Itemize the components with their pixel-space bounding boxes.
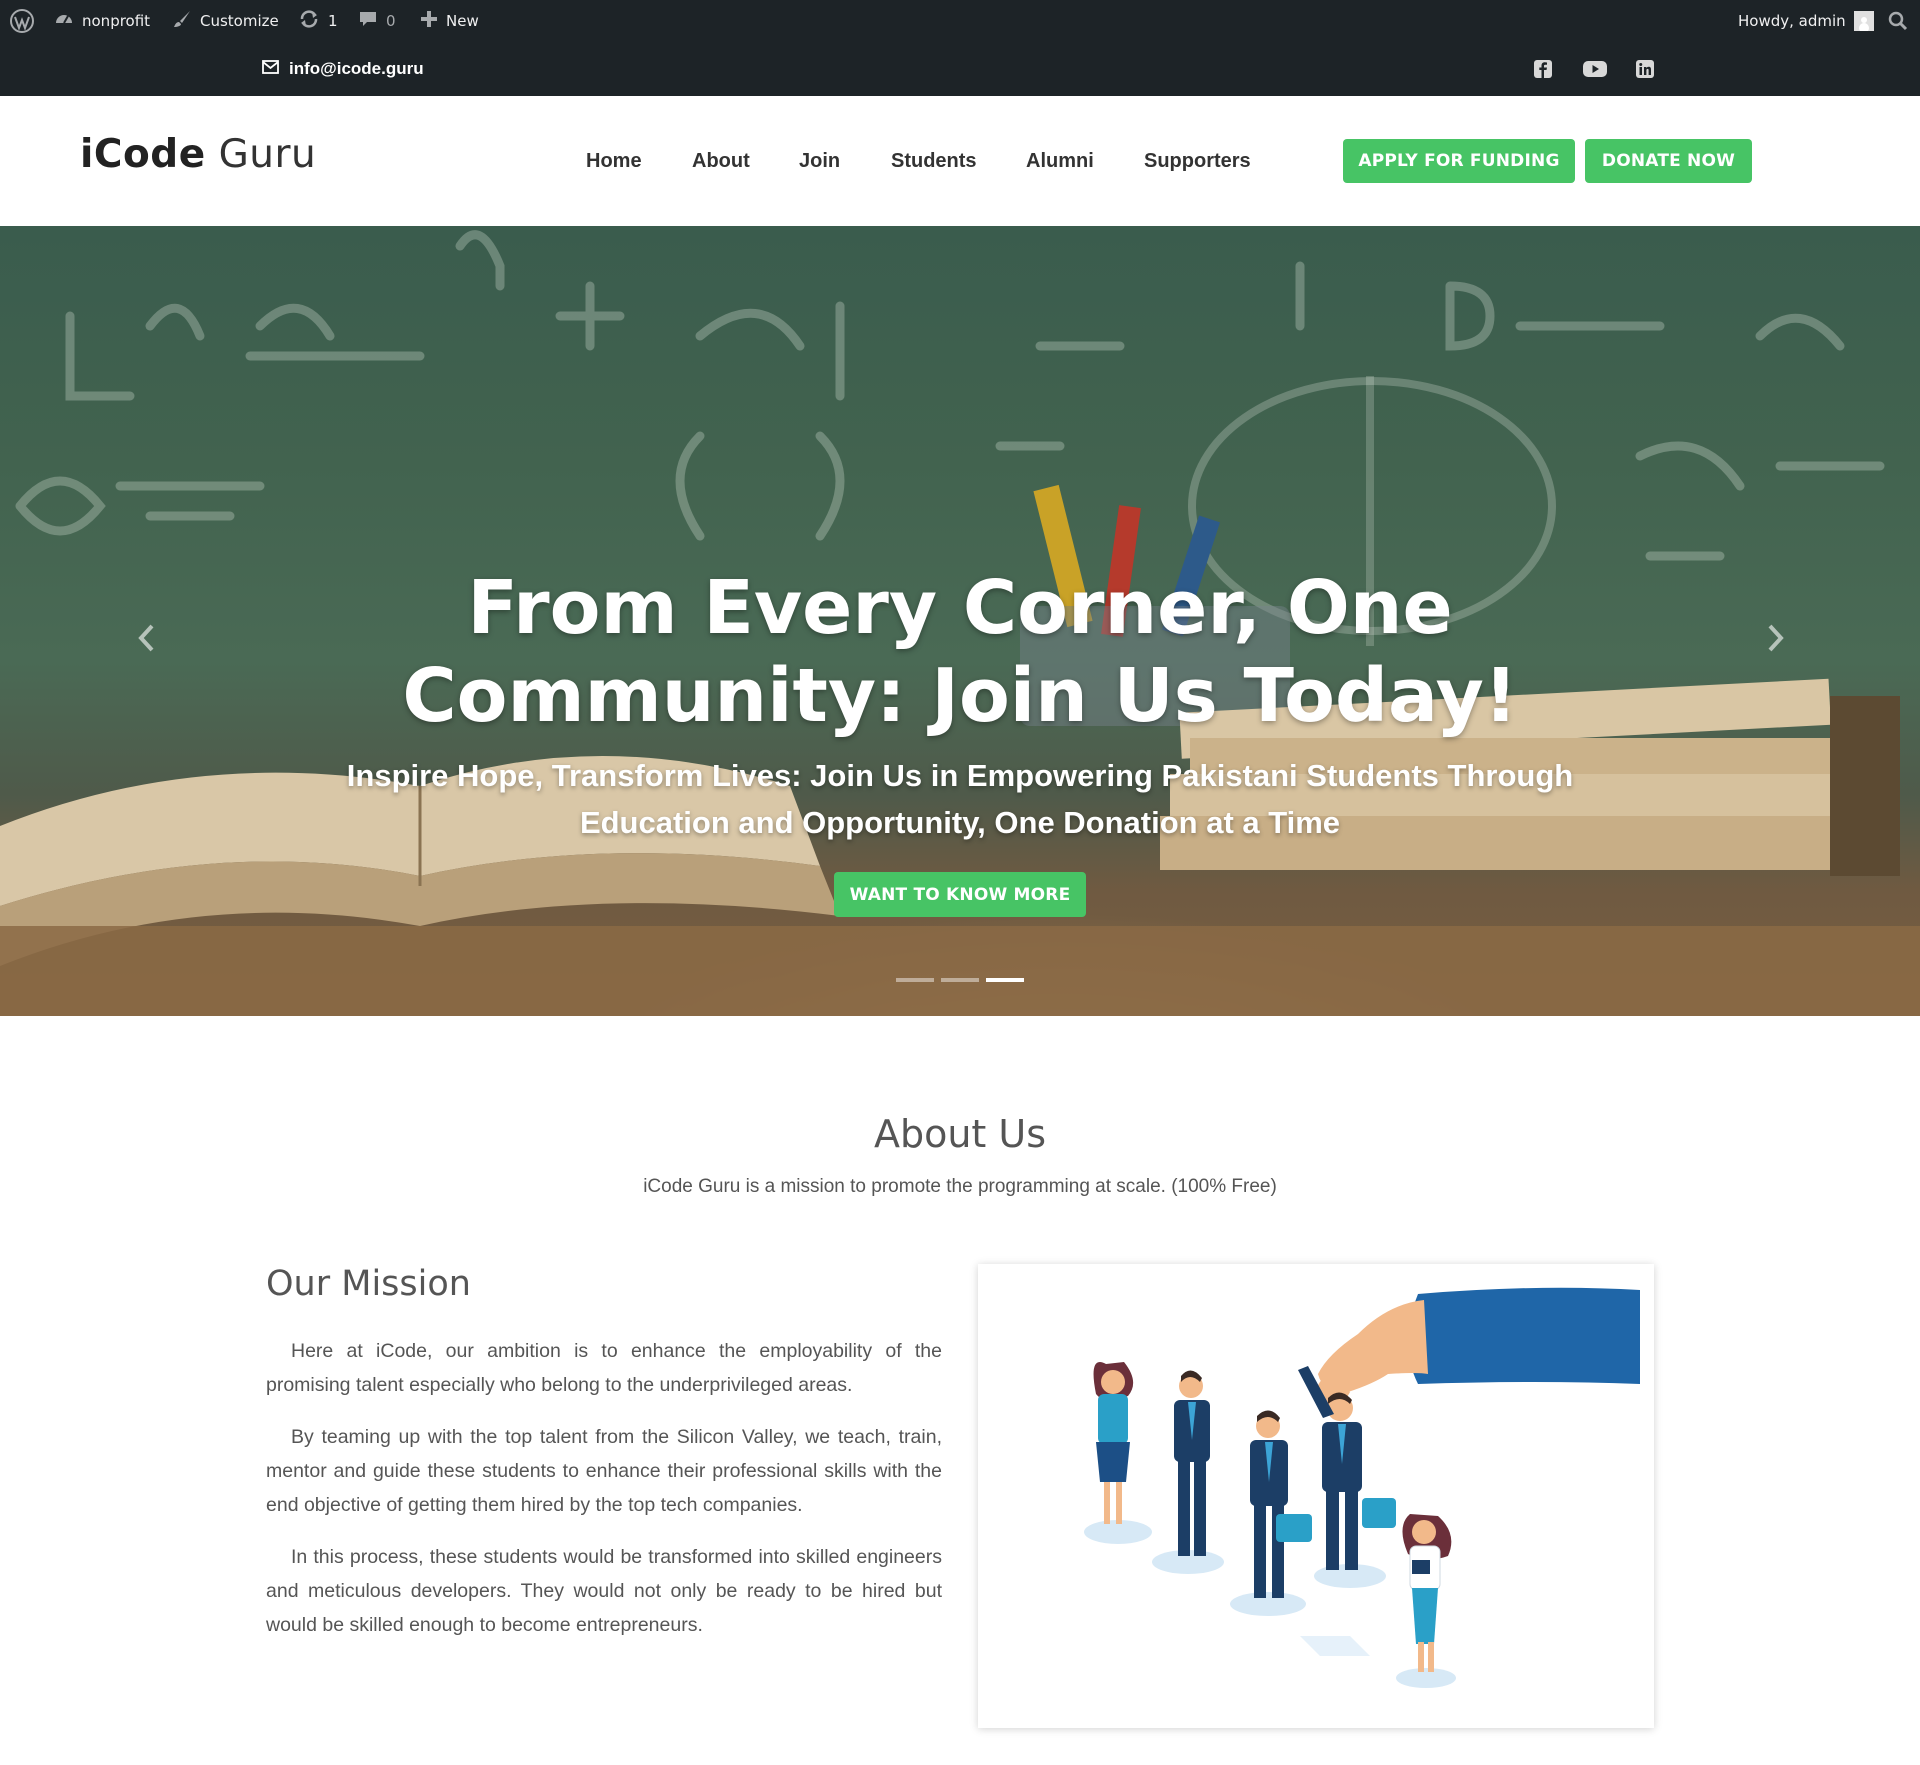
comment-icon — [358, 9, 378, 33]
updates-link[interactable]: 1 — [298, 0, 338, 42]
donate-now-button[interactable]: DONATE NOW — [1585, 139, 1752, 183]
slider-next-arrow[interactable] — [1758, 608, 1794, 668]
plus-icon — [420, 10, 438, 32]
nav-item-about[interactable]: About — [692, 150, 750, 173]
apply-for-funding-button[interactable]: APPLY FOR FUNDING — [1343, 139, 1575, 183]
hero-subtitle: Inspire Hope, Transform Lives: Join Us i… — [300, 752, 1620, 846]
updates-count: 1 — [328, 12, 338, 30]
youtube-icon[interactable] — [1582, 58, 1608, 80]
hero-title-line-1: From Every Corner, One — [467, 565, 1453, 651]
mission-paragraph: By teaming up with the top talent from t… — [266, 1426, 942, 1516]
about-subtitle: iCode Guru is a mission to promote the p… — [643, 1176, 1277, 1197]
about-title: About Us — [873, 1112, 1047, 1156]
want-to-know-more-button[interactable]: WANT TO KNOW MORE — [834, 872, 1086, 917]
chevron-right-icon — [1768, 624, 1784, 652]
account-menu[interactable]: Howdy, admin — [1738, 0, 1874, 42]
updates-icon — [298, 9, 320, 33]
search-icon[interactable] — [1888, 0, 1908, 42]
mission-title: Our Mission — [266, 1264, 471, 1304]
mission-illustration — [978, 1264, 1654, 1728]
email-link[interactable]: info@icode.guru — [262, 42, 424, 96]
wp-admin-bar: nonprofit Customize 1 0 New Howdy, admin — [0, 0, 1920, 42]
nav-item-alumni[interactable]: Alumni — [1026, 150, 1094, 173]
hero-subtitle-line-2: Education and Opportunity, One Donation … — [579, 805, 1341, 840]
slider-dot-1[interactable] — [896, 978, 934, 982]
chevron-left-icon — [138, 624, 154, 652]
slider-prev-arrow[interactable] — [128, 608, 164, 668]
new-label: New — [446, 12, 479, 30]
nav-item-home[interactable]: Home — [586, 150, 642, 173]
avatar — [1853, 11, 1874, 31]
slider-dot-2[interactable] — [941, 978, 979, 982]
brush-icon — [172, 9, 192, 33]
site-header: iCode Guru Home About Join Students Alum… — [0, 96, 1920, 226]
site-name-link[interactable]: nonprofit — [54, 0, 150, 42]
facebook-icon[interactable] — [1532, 58, 1554, 80]
mission-paragraph: In this process, these students would be… — [266, 1546, 942, 1636]
new-content-link[interactable]: New — [420, 0, 479, 42]
site-name-label: nonprofit — [82, 12, 151, 30]
customize-label: Customize — [200, 12, 279, 30]
slider-indicators — [896, 978, 1024, 982]
linkedin-icon[interactable] — [1634, 58, 1656, 80]
hero-subtitle-line-1: Inspire Hope, Transform Lives: Join Us i… — [346, 758, 1574, 793]
hiring-hand-illustration — [1084, 1287, 1640, 1688]
nav-item-supporters[interactable]: Supporters — [1144, 150, 1251, 173]
hero-slider: From Every Corner, One Community: Join U… — [0, 226, 1920, 1016]
mission-text: Here at iCode, our ambition is to enhanc… — [266, 1334, 942, 1660]
customize-link[interactable]: Customize — [172, 0, 279, 42]
email-label: info@icode.guru — [289, 59, 424, 78]
site-logo[interactable]: iCode Guru — [80, 132, 316, 177]
dashboard-icon — [54, 9, 74, 33]
nav-item-students[interactable]: Students — [891, 150, 977, 173]
hero-title: From Every Corner, One Community: Join U… — [300, 564, 1620, 740]
comments-count: 0 — [386, 12, 396, 30]
comments-link[interactable]: 0 — [358, 0, 396, 42]
wordpress-logo-icon[interactable] — [10, 0, 34, 42]
contact-bar: info@icode.guru — [0, 42, 1920, 96]
envelope-icon — [262, 59, 279, 79]
slider-dot-3[interactable] — [986, 978, 1024, 982]
logo-light-text: Guru — [218, 132, 317, 177]
logo-bold-text: iCode — [80, 132, 206, 177]
greeting-label: Howdy, admin — [1738, 12, 1846, 30]
hero-title-line-2: Community: Join Us Today! — [402, 653, 1518, 739]
nav-item-join[interactable]: Join — [799, 150, 840, 173]
mission-paragraph: Here at iCode, our ambition is to enhanc… — [266, 1340, 942, 1396]
